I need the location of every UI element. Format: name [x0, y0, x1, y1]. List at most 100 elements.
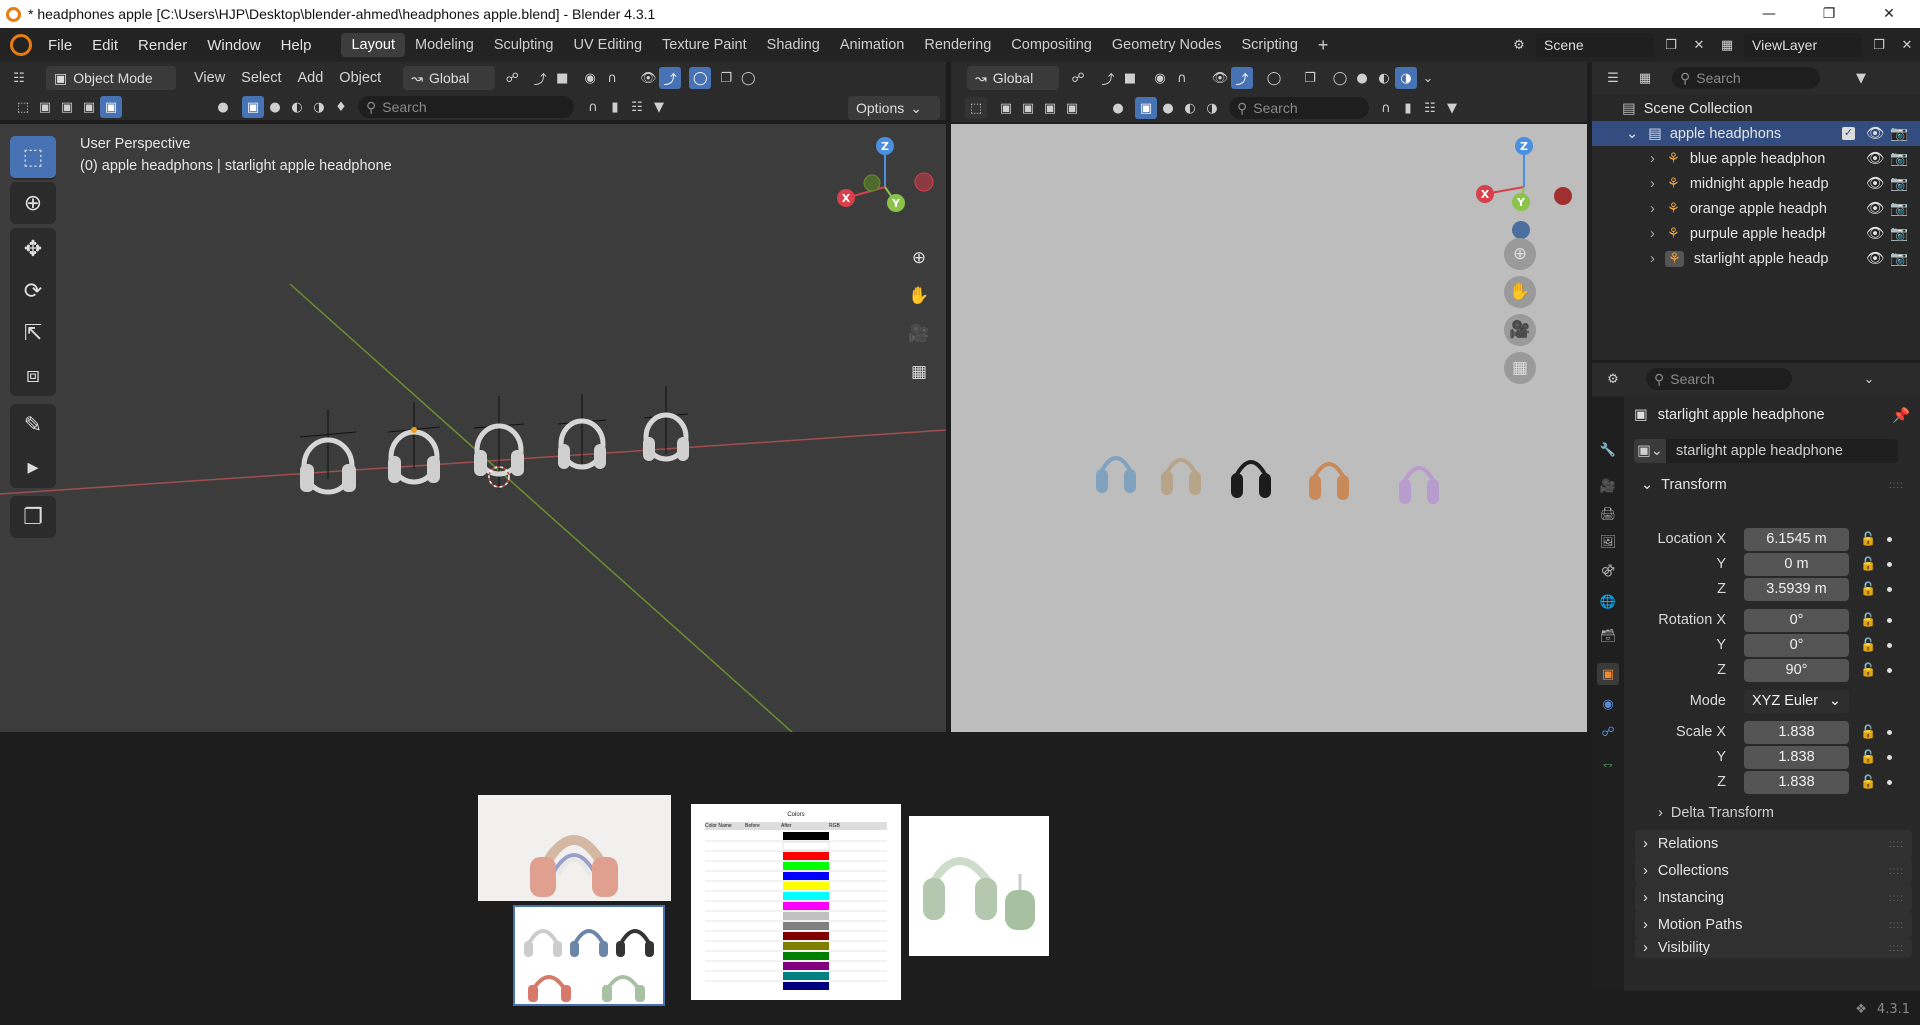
right-wireframe-icon[interactable]: ◯	[1329, 67, 1351, 89]
scale-z-lock-icon[interactable]: 🔓	[1860, 774, 1876, 790]
select-extend-icon[interactable]: ▣	[56, 96, 78, 118]
right-solid-mode-icon[interactable]: ▣	[1135, 97, 1157, 119]
item-visibility-eye-icon[interactable]: 👁	[1866, 250, 1884, 267]
transform-orientation-selector[interactable]: ↝ Global	[403, 66, 496, 90]
right-display-mode-icon[interactable]: ☷	[1419, 97, 1441, 119]
rotation-x-field[interactable]: 0°	[1744, 608, 1849, 632]
viewlayer-selector[interactable]: ViewLayer	[1744, 33, 1862, 57]
new-viewlayer-icon[interactable]: ❐	[1868, 34, 1890, 56]
close-button[interactable]: ✕	[1860, 0, 1918, 28]
right-scene-visibility-icon[interactable]: ●	[1107, 97, 1129, 119]
item-visibility-eye-icon[interactable]: 👁	[1866, 175, 1884, 192]
move-tool-icon[interactable]: ✥	[10, 228, 56, 270]
menu-file[interactable]: File	[38, 37, 82, 54]
transform-tool-icon[interactable]: ⧈	[10, 354, 56, 396]
expand-chevron-icon[interactable]: ›	[1650, 176, 1655, 192]
item-visibility-eye-icon[interactable]: 👁	[1866, 150, 1884, 167]
tab-sculpting[interactable]: Sculpting	[484, 33, 564, 57]
proportional-edit-icon[interactable]: ◉	[579, 67, 601, 89]
item-render-camera-icon[interactable]: 📷	[1890, 200, 1908, 217]
tab-animation[interactable]: Animation	[830, 33, 914, 57]
select-subtract-icon[interactable]: ▣	[78, 96, 100, 118]
scale-y-lock-icon[interactable]: 🔓	[1860, 749, 1876, 765]
select-new-icon[interactable]: ▣	[34, 96, 56, 118]
right-material-icon[interactable]: ◐	[1373, 67, 1395, 89]
rotation-x-lock-icon[interactable]: 🔓	[1860, 612, 1876, 628]
toggle-perspective-icon[interactable]: ▦	[903, 356, 935, 388]
shading-rendered-icon[interactable]: ◑	[308, 96, 330, 118]
pivot-icon[interactable]: ☍	[501, 67, 523, 89]
right-select-intersect-icon[interactable]: ▣	[1061, 97, 1083, 119]
tab-uv-editing[interactable]: UV Editing	[564, 33, 653, 57]
location-y-keyframe-icon[interactable]	[1887, 561, 1892, 567]
snap-icon[interactable]: ⤴	[529, 67, 551, 89]
right-shading-dropdown-icon[interactable]: ⌄	[1417, 67, 1439, 89]
right-zoom-icon[interactable]: ⊕	[1504, 238, 1536, 270]
location-x-lock-icon[interactable]: 🔓	[1860, 531, 1876, 547]
remove-scene-icon[interactable]: ✕	[1688, 34, 1710, 56]
right-select-extend-icon[interactable]: ▣	[1017, 97, 1039, 119]
menu-edit[interactable]: Edit	[82, 37, 128, 54]
xray-icon[interactable]: ❐	[715, 67, 737, 89]
output-tab-icon[interactable]: 🖨	[1597, 503, 1619, 525]
outliner-search[interactable]: ⚲ Search	[1672, 67, 1820, 89]
tab-layout[interactable]: Layout	[341, 33, 405, 57]
reference-image-pink-headphones[interactable]	[478, 795, 671, 901]
tab-texture-paint[interactable]: Texture Paint	[652, 33, 757, 57]
right-select-subtract-icon[interactable]: ▣	[1039, 97, 1061, 119]
scale-y-keyframe-icon[interactable]	[1887, 754, 1892, 760]
tool-tab-icon[interactable]: 🔧	[1597, 439, 1619, 461]
right-view-options-icon[interactable]: ∩	[1375, 97, 1397, 119]
rotation-mode-dropdown[interactable]: XYZ Euler ⌄	[1744, 689, 1849, 713]
location-y-field[interactable]: 0 m	[1744, 552, 1849, 576]
rotation-y-field[interactable]: 0°	[1744, 633, 1849, 657]
outliner-item-midnight[interactable]: › ⚘ midnight apple headp 👁 📷	[1592, 171, 1920, 196]
expand-chevron-icon[interactable]: ›	[1650, 226, 1655, 242]
falloff-icon[interactable]: ∩	[601, 67, 623, 89]
visibility-icon[interactable]: 👁	[637, 67, 659, 89]
visibility-panel-header[interactable]: › Visibility::::	[1635, 938, 1912, 958]
scene-icon[interactable]: ⚙	[1508, 34, 1530, 56]
editor-type-icon[interactable]: ☷	[8, 67, 30, 89]
menu-render[interactable]: Render	[128, 37, 197, 54]
right-toggle-perspective-icon[interactable]: ▦	[1504, 352, 1536, 384]
pin-icon[interactable]: 📌	[1892, 407, 1910, 424]
add-cube-tool-icon[interactable]: ❐	[10, 496, 56, 538]
camera-view-icon[interactable]: 🎥	[903, 318, 935, 350]
right-overlay-icon[interactable]: ◯	[1263, 67, 1285, 89]
overlay-toggle-icon[interactable]: ◯	[689, 67, 712, 89]
item-render-camera-icon[interactable]: 📷	[1890, 250, 1908, 267]
scale-x-keyframe-icon[interactable]	[1887, 729, 1892, 735]
right-camera-view-icon[interactable]: 🎥	[1504, 314, 1536, 346]
select-intersect-icon[interactable]: ▣	[100, 96, 122, 118]
rotation-y-lock-icon[interactable]: 🔓	[1860, 637, 1876, 653]
select-box-tool-icon[interactable]: ⬚	[10, 136, 56, 178]
left-viewport-search[interactable]: ⚲ Search	[358, 96, 574, 118]
snap-target-icon[interactable]: ■	[551, 67, 573, 89]
gizmo-toggle-icon[interactable]: ⤴	[659, 67, 682, 89]
remove-viewlayer-icon[interactable]: ✕	[1896, 34, 1918, 56]
collections-panel-header[interactable]: › Collections::::	[1635, 857, 1912, 885]
motion-paths-panel-header[interactable]: › Motion Paths::::	[1635, 911, 1912, 939]
expand-chevron-icon[interactable]: ›	[1650, 151, 1655, 167]
properties-options-icon[interactable]: ⌄	[1858, 368, 1880, 390]
zoom-icon[interactable]: ⊕	[903, 242, 935, 274]
scale-tool-icon[interactable]: ⇱	[10, 312, 56, 354]
maximize-button[interactable]: ❐	[1800, 0, 1858, 28]
wireframe-shading-icon[interactable]: ◯	[737, 67, 759, 89]
right-bookmark-icon[interactable]: ▮	[1397, 97, 1419, 119]
scale-x-field[interactable]: 1.838	[1744, 720, 1849, 744]
right-shading-rendered-icon[interactable]: ◑	[1201, 97, 1223, 119]
properties-editor-type-icon[interactable]: ⚙	[1602, 368, 1624, 390]
menu-help[interactable]: Help	[271, 37, 322, 54]
outliner-item-blue[interactable]: › ⚘ blue apple headphon 👁 📷	[1592, 146, 1920, 171]
item-render-camera-icon[interactable]: 📷	[1890, 150, 1908, 167]
menu-object[interactable]: Object	[331, 66, 389, 90]
options-dropdown[interactable]: Options ⌄	[848, 96, 940, 120]
collection-render-camera-icon[interactable]: 📷	[1890, 125, 1908, 142]
right-select-tool-icon[interactable]: ⬚	[965, 97, 987, 119]
scale-x-lock-icon[interactable]: 🔓	[1860, 724, 1876, 740]
select-box-icon[interactable]: ⬚	[12, 96, 34, 118]
location-y-lock-icon[interactable]: 🔓	[1860, 556, 1876, 572]
item-visibility-eye-icon[interactable]: 👁	[1866, 225, 1884, 242]
